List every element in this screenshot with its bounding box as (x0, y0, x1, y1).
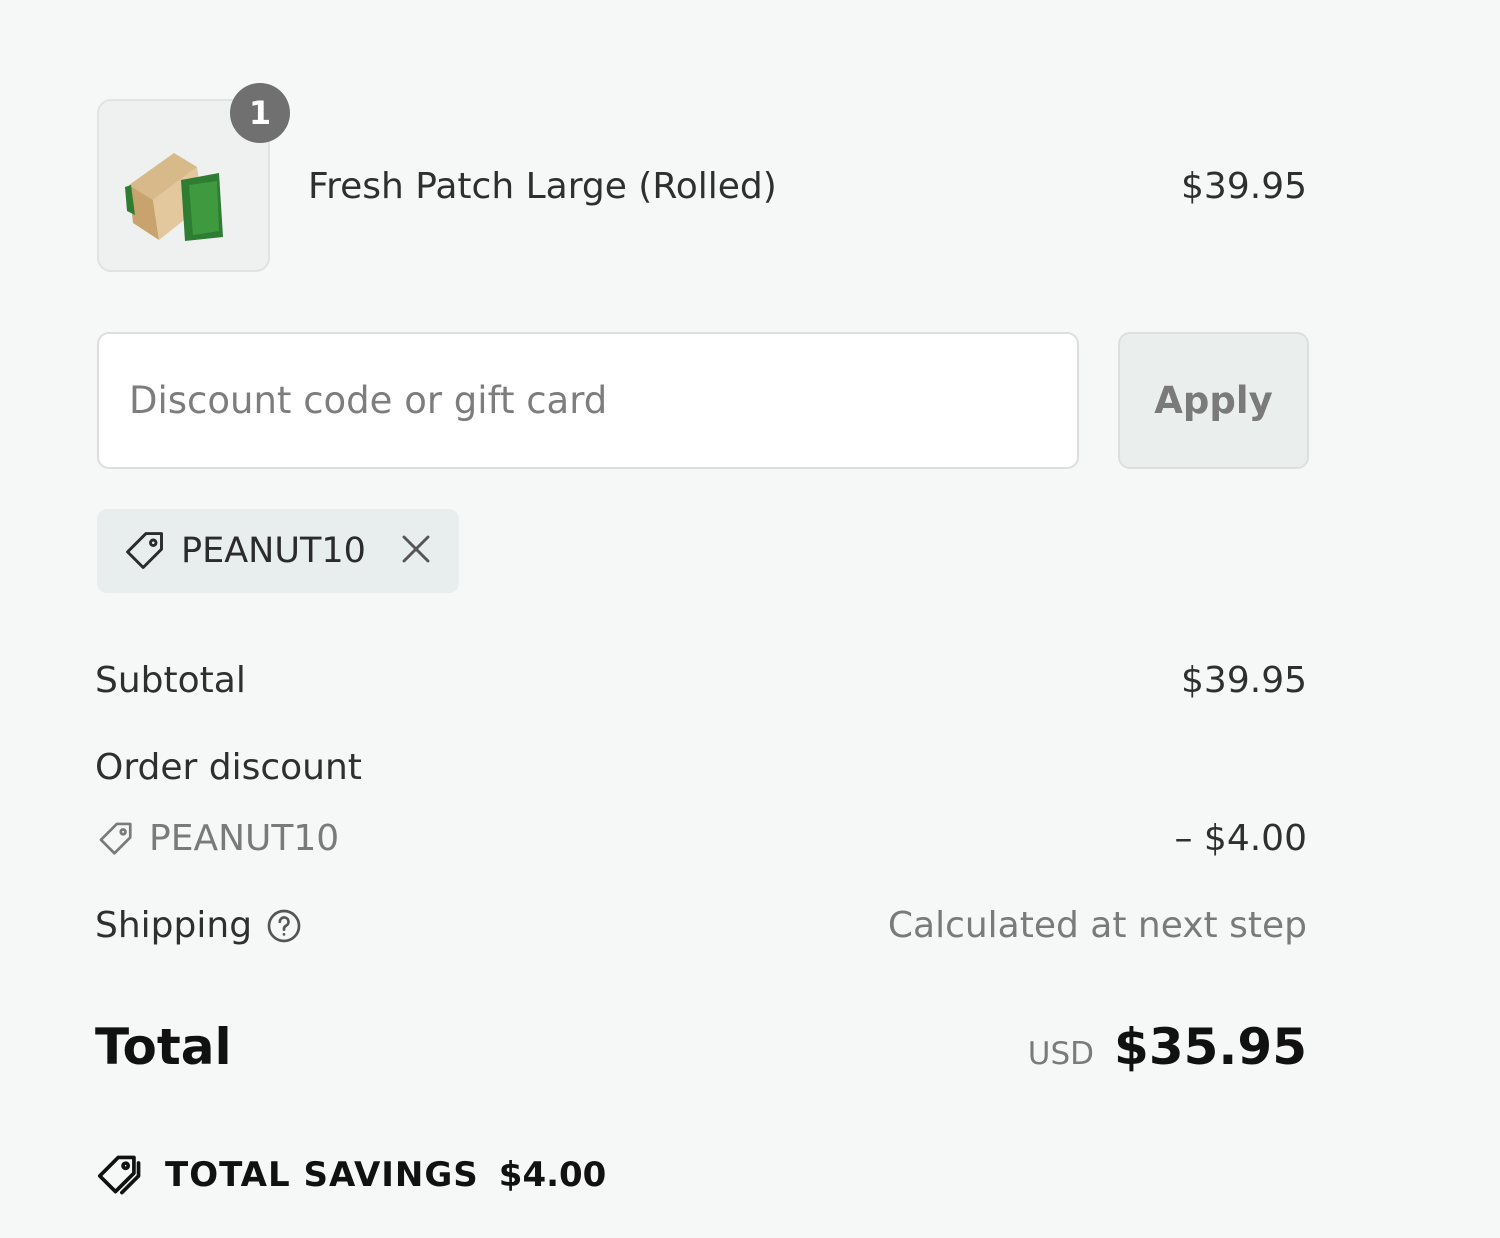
applied-discount-code: PEANUT10 (181, 531, 366, 571)
shipping-value: Calculated at next step (887, 905, 1307, 946)
total-label: Total (95, 1018, 232, 1076)
currency-code: USD (1027, 1036, 1095, 1072)
order-discount-code-row: PEANUT10 (97, 818, 339, 859)
tags-icon (97, 1155, 141, 1195)
tag-icon (126, 532, 163, 569)
close-icon[interactable] (400, 533, 432, 565)
order-summary: 1 Fresh Patch Large (Rolled) $39.95 Appl… (0, 0, 1500, 1238)
subtotal-value: $39.95 (1181, 660, 1307, 701)
total-savings-label: TOTAL SAVINGS (165, 1155, 479, 1195)
total-amount: USD $35.95 (1028, 1018, 1307, 1076)
product-name: Fresh Patch Large (Rolled) (308, 166, 777, 207)
quantity-badge: 1 (230, 83, 290, 143)
subtotal-label: Subtotal (95, 660, 246, 701)
shipping-row-label: Shipping (95, 905, 302, 946)
discount-code-input[interactable] (97, 332, 1079, 469)
tag-icon (99, 822, 132, 855)
product-price: $39.95 (1181, 166, 1307, 207)
product-box-icon (125, 153, 223, 241)
shipping-label: Shipping (95, 905, 253, 946)
order-discount-code: PEANUT10 (149, 818, 340, 859)
order-discount-value: – $4.00 (1174, 818, 1307, 859)
apply-button[interactable]: Apply (1118, 332, 1309, 469)
total-savings-amount: $4.00 (498, 1155, 607, 1195)
order-discount-label: Order discount (95, 747, 362, 788)
total-value: $35.95 (1114, 1018, 1307, 1076)
help-icon[interactable] (266, 908, 302, 944)
total-savings: TOTAL SAVINGS $4.00 (97, 1152, 606, 1198)
